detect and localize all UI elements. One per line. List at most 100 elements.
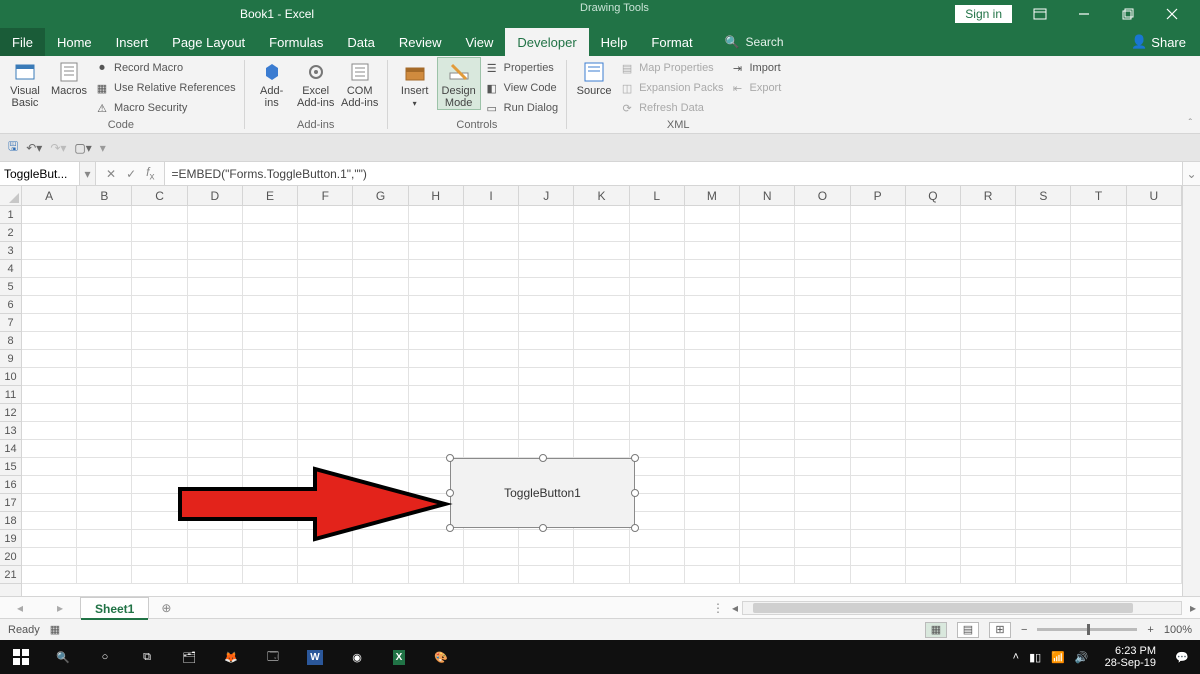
cell[interactable] bbox=[630, 278, 685, 296]
resize-handle-nw[interactable] bbox=[446, 454, 454, 462]
cell[interactable] bbox=[464, 386, 519, 404]
cell[interactable] bbox=[77, 404, 132, 422]
cell[interactable] bbox=[795, 422, 850, 440]
cell[interactable] bbox=[77, 548, 132, 566]
cell[interactable] bbox=[795, 332, 850, 350]
resize-handle-ne[interactable] bbox=[631, 454, 639, 462]
cell[interactable] bbox=[243, 566, 298, 584]
cell[interactable] bbox=[188, 278, 243, 296]
cell[interactable] bbox=[961, 494, 1016, 512]
cell[interactable] bbox=[906, 512, 961, 530]
cell[interactable] bbox=[132, 314, 187, 332]
cell[interactable] bbox=[132, 296, 187, 314]
cell[interactable] bbox=[1127, 206, 1182, 224]
cell[interactable] bbox=[906, 206, 961, 224]
cell[interactable] bbox=[353, 332, 408, 350]
cell[interactable] bbox=[574, 350, 629, 368]
cell[interactable] bbox=[1071, 566, 1126, 584]
col-header[interactable]: A bbox=[22, 186, 77, 205]
cell[interactable] bbox=[961, 566, 1016, 584]
cell[interactable] bbox=[906, 422, 961, 440]
cell[interactable] bbox=[132, 386, 187, 404]
zoom-in-button[interactable]: + bbox=[1147, 624, 1153, 636]
cell[interactable] bbox=[1016, 530, 1071, 548]
taskbar-clock[interactable]: 6:23 PM 28-Sep-19 bbox=[1097, 645, 1164, 669]
view-code-button[interactable]: ◧View Code bbox=[482, 78, 560, 98]
cell[interactable] bbox=[961, 422, 1016, 440]
cell[interactable] bbox=[1127, 422, 1182, 440]
cell[interactable] bbox=[464, 368, 519, 386]
cell[interactable] bbox=[906, 224, 961, 242]
sheet-nav-prev[interactable]: ◂ bbox=[17, 601, 23, 615]
cell[interactable] bbox=[298, 476, 353, 494]
cell[interactable] bbox=[1071, 368, 1126, 386]
row-headers[interactable]: 123456789101112131415161718192021 bbox=[0, 206, 22, 596]
cell[interactable] bbox=[298, 314, 353, 332]
cell[interactable] bbox=[795, 224, 850, 242]
row-header[interactable]: 5 bbox=[0, 278, 21, 296]
cell[interactable] bbox=[353, 476, 408, 494]
cell[interactable] bbox=[132, 224, 187, 242]
ribbon-display-options-button[interactable] bbox=[1020, 0, 1060, 28]
cell[interactable] bbox=[353, 314, 408, 332]
cell[interactable] bbox=[851, 422, 906, 440]
cell[interactable] bbox=[464, 404, 519, 422]
cell[interactable] bbox=[298, 440, 353, 458]
search-button[interactable]: 🔍 bbox=[42, 640, 84, 674]
col-header[interactable]: L bbox=[630, 186, 685, 205]
cell[interactable] bbox=[243, 350, 298, 368]
cell[interactable] bbox=[961, 368, 1016, 386]
cell[interactable] bbox=[298, 260, 353, 278]
cell[interactable] bbox=[77, 476, 132, 494]
cell[interactable] bbox=[851, 224, 906, 242]
cell[interactable] bbox=[961, 278, 1016, 296]
cell[interactable] bbox=[132, 440, 187, 458]
col-header[interactable]: H bbox=[409, 186, 464, 205]
tab-format[interactable]: Format bbox=[639, 28, 704, 56]
cell[interactable] bbox=[77, 278, 132, 296]
cell[interactable] bbox=[188, 566, 243, 584]
cell[interactable] bbox=[353, 296, 408, 314]
cell[interactable] bbox=[795, 350, 850, 368]
name-box-dropdown[interactable]: ▾ bbox=[80, 162, 96, 185]
cell[interactable] bbox=[851, 242, 906, 260]
cell[interactable] bbox=[1127, 404, 1182, 422]
cell[interactable] bbox=[630, 296, 685, 314]
cell[interactable] bbox=[519, 278, 574, 296]
expand-formula-bar-button[interactable]: ⌄ bbox=[1182, 162, 1200, 185]
cell[interactable] bbox=[1016, 548, 1071, 566]
expansion-packs-button[interactable]: ◫Expansion Packs bbox=[617, 78, 725, 98]
cell[interactable] bbox=[1016, 350, 1071, 368]
page-break-view-button[interactable]: ⊞ bbox=[989, 622, 1011, 638]
cell[interactable] bbox=[243, 386, 298, 404]
cell[interactable] bbox=[1016, 386, 1071, 404]
cell[interactable] bbox=[1071, 548, 1126, 566]
cell[interactable] bbox=[132, 278, 187, 296]
cell[interactable] bbox=[298, 512, 353, 530]
cell[interactable] bbox=[795, 440, 850, 458]
cell[interactable] bbox=[906, 332, 961, 350]
cell[interactable] bbox=[1016, 260, 1071, 278]
cell[interactable] bbox=[409, 422, 464, 440]
cell[interactable] bbox=[574, 368, 629, 386]
task-view-button[interactable]: ⧉ bbox=[126, 640, 168, 674]
cell[interactable] bbox=[22, 242, 77, 260]
cell[interactable] bbox=[298, 224, 353, 242]
cell[interactable] bbox=[298, 206, 353, 224]
cell[interactable] bbox=[409, 242, 464, 260]
cell[interactable] bbox=[353, 260, 408, 278]
cell[interactable] bbox=[22, 476, 77, 494]
cell[interactable] bbox=[961, 206, 1016, 224]
cell[interactable] bbox=[22, 368, 77, 386]
app-button-1[interactable]: 🗔 bbox=[252, 640, 294, 674]
cell[interactable] bbox=[22, 224, 77, 242]
cell[interactable] bbox=[851, 458, 906, 476]
cell[interactable] bbox=[795, 278, 850, 296]
cell[interactable] bbox=[906, 242, 961, 260]
cell[interactable] bbox=[1071, 422, 1126, 440]
cell[interactable] bbox=[519, 206, 574, 224]
cell[interactable] bbox=[1071, 386, 1126, 404]
hscroll-right[interactable]: ▸ bbox=[1186, 601, 1200, 615]
cell[interactable] bbox=[519, 296, 574, 314]
qat-customize-button[interactable]: ▢▾ bbox=[74, 141, 91, 155]
